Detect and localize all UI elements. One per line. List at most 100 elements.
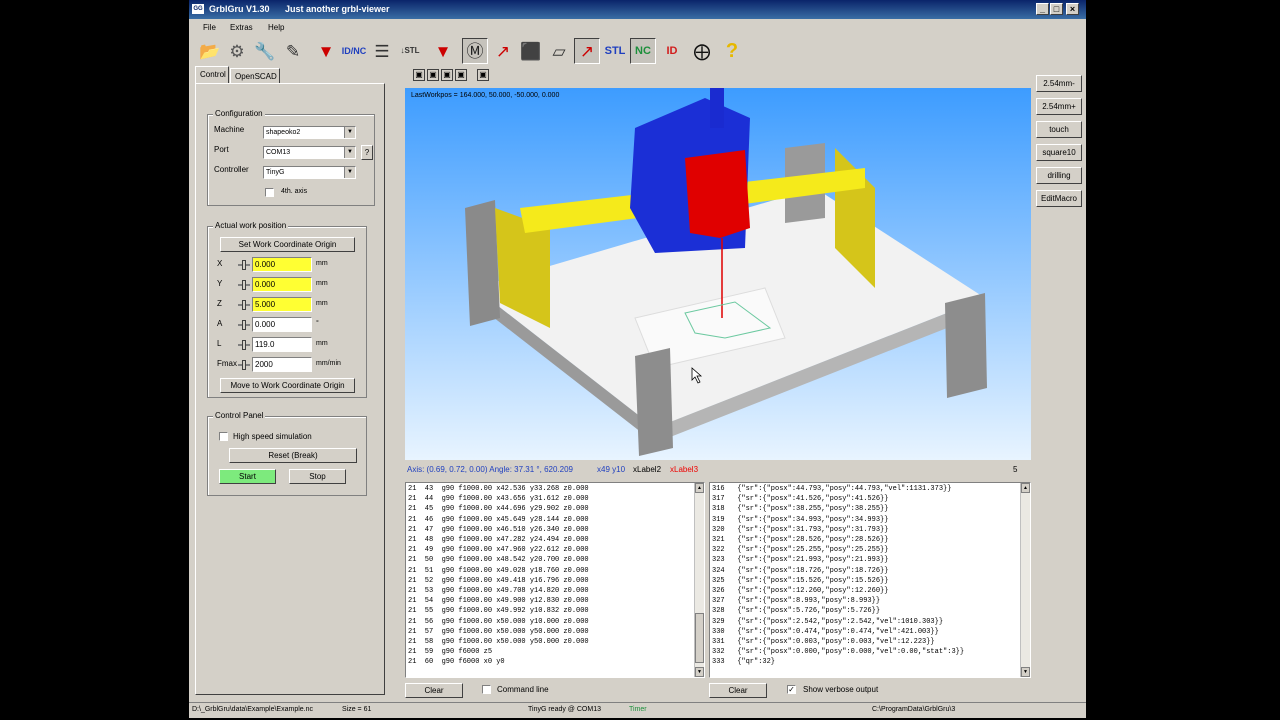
view-icon[interactable]: ↗ (574, 38, 600, 64)
menu-file[interactable]: File (203, 23, 216, 32)
scroll-down-icon[interactable]: ▼ (1021, 667, 1030, 677)
command-line-label: Command line (497, 685, 549, 694)
stop-button[interactable]: Stop (289, 469, 346, 484)
control-panel-title: Control Panel (213, 411, 266, 420)
response-line: 319 {"sr":{"posx":34.993,"posy":34.993}} (712, 515, 889, 524)
tab-control[interactable]: Control (195, 66, 229, 84)
window-subtitle: Just another grbl-viewer (285, 4, 390, 14)
gear-icon[interactable]: ⚙ (224, 38, 250, 64)
view-fit-icon[interactable]: ▣ (477, 69, 489, 81)
gcode-line: 21 52 g90 f1000.00 x49.418 y16.796 z0.00… (408, 576, 589, 585)
start-button[interactable]: Start (219, 469, 276, 484)
machine-icon[interactable]: Ⓜ (462, 38, 488, 64)
axis-label: A (217, 319, 223, 328)
axis-label: Z (217, 299, 222, 308)
axis-value-field[interactable]: 2000 (252, 357, 312, 372)
machine-select[interactable]: shapeoko2 ▼ (263, 126, 356, 139)
macro-button[interactable]: drilling (1036, 167, 1082, 184)
macro-button[interactable]: 2.54mm+ (1036, 98, 1082, 115)
help-icon[interactable]: ? (719, 38, 745, 64)
data-path-text: C:\ProgramData\GrblGru\3 (872, 706, 956, 713)
verbose-checkbox[interactable]: ✓ (787, 685, 796, 694)
scroll-thumb[interactable] (695, 613, 704, 663)
scroll-up-icon[interactable]: ▲ (1021, 483, 1030, 493)
wrench-icon[interactable]: 🔧 (252, 38, 278, 64)
close-button[interactable]: × (1066, 3, 1079, 15)
view-side-icon[interactable]: ▣ (441, 69, 453, 81)
id-button[interactable]: ID (659, 38, 685, 64)
axis-value-field[interactable]: 0.000 (252, 257, 312, 272)
response-line: 323 {"sr":{"posx":21.993,"posy":21.993}} (712, 556, 889, 565)
scroll-down-icon[interactable]: ▼ (695, 667, 704, 677)
response-line: 331 {"sr":{"posx":0.003,"posy":0.003,"ve… (712, 638, 935, 647)
layers-icon[interactable]: ☰ (369, 38, 395, 64)
reset-break-button[interactable]: Reset (Break) (229, 448, 357, 463)
axis-jog-slider[interactable] (238, 320, 250, 330)
gcode-line: 21 43 g90 f1000.00 x42.536 y33.268 z0.00… (408, 485, 589, 493)
crosshair-icon[interactable]: ⨁ (689, 38, 715, 64)
axis-jog-slider[interactable] (238, 300, 250, 310)
port-label: Port (214, 145, 229, 154)
port-help-button[interactable]: ? (361, 145, 373, 160)
view-iso-icon[interactable]: ▣ (455, 69, 467, 81)
view-front-icon[interactable]: ▣ (413, 69, 425, 81)
machine-label: Machine (214, 125, 245, 134)
macro-button[interactable]: square10 (1036, 144, 1082, 161)
axis-jog-slider[interactable] (238, 340, 250, 350)
clear-response-button[interactable]: Clear (709, 683, 767, 698)
machine-3d-view (465, 88, 987, 456)
scroll-up-icon[interactable]: ▲ (695, 483, 704, 493)
title-bar: GG GrblGru V1.30 Just another grbl-viewe… (189, 0, 1086, 19)
highspeed-checkbox[interactable] (219, 432, 228, 441)
minimize-button[interactable]: _ (1036, 3, 1049, 15)
axis-value-field[interactable]: 5.000 (252, 297, 312, 312)
tab-openscad[interactable]: OpenSCAD (230, 68, 280, 84)
toolbar: 📂 ⚙ 🔧 ✎ ▼ ID/NC ☰ ↓STL ▼ Ⓜ ↗ ⬛ ▱ ↗ STL N… (189, 36, 1086, 68)
menu-extras[interactable]: Extras (230, 23, 253, 32)
axis-jog-slider[interactable] (238, 360, 250, 370)
tool-icon[interactable]: ▼ (430, 38, 456, 64)
edit-icon[interactable]: ✎ (280, 38, 306, 64)
axis-value-field[interactable]: 119.0 (252, 337, 312, 352)
plane-icon[interactable]: ▱ (546, 38, 572, 64)
gcode-scrollbar[interactable]: ▲ ▼ (694, 483, 704, 677)
id-nc-icon[interactable]: ID/NC (341, 38, 367, 64)
folder-open-icon[interactable]: 📂 (197, 38, 223, 64)
macro-button[interactable]: 2.54mm- (1036, 75, 1082, 92)
axis-jog-slider[interactable] (238, 260, 250, 270)
axis-jog-slider[interactable] (238, 280, 250, 290)
axis4-checkbox[interactable] (265, 188, 274, 197)
controller-label: Controller (214, 165, 249, 174)
macro-button[interactable]: EditMacro (1036, 190, 1082, 207)
response-scrollbar[interactable]: ▲ ▼ (1020, 483, 1030, 677)
controller-select[interactable]: TinyG ▼ (263, 166, 356, 179)
view-top-icon[interactable]: ▣ (427, 69, 439, 81)
viewport-toolbar: ▣ ▣ ▣ ▣ ▣ (405, 67, 1031, 87)
axis-icon[interactable]: ↗ (490, 38, 516, 64)
macro-button[interactable]: touch (1036, 121, 1082, 138)
axis-value-field[interactable]: 0.000 (252, 317, 312, 332)
move-to-origin-button[interactable]: Move to Work Coordinate Origin (220, 378, 355, 393)
stl-arrow-icon[interactable]: ↓STL (397, 38, 423, 64)
response-line: 322 {"sr":{"posx":25.255,"posy":25.255}} (712, 546, 889, 555)
count-text: 5 (1013, 465, 1018, 474)
axis-value-field[interactable]: 0.000 (252, 277, 312, 292)
command-line-checkbox[interactable] (482, 685, 491, 694)
clear-gcode-button[interactable]: Clear (405, 683, 463, 698)
axis-unit: mm/min (316, 360, 341, 367)
probe-icon[interactable]: ▼ (313, 38, 339, 64)
nc-button[interactable]: NC (630, 38, 656, 64)
maximize-button[interactable]: □ (1050, 3, 1063, 15)
menu-help[interactable]: Help (268, 23, 284, 32)
port-select[interactable]: COM13 ▼ (263, 146, 356, 159)
cube-icon[interactable]: ⬛ (518, 38, 544, 64)
gcode-memo[interactable]: 21 43 g90 f1000.00 x42.536 y33.268 z0.00… (405, 482, 705, 678)
stl-button[interactable]: STL (602, 38, 628, 64)
set-work-origin-button[interactable]: Set Work Coordinate Origin (220, 237, 355, 252)
response-line: 318 {"sr":{"posx":38.255,"posy":38.255}} (712, 505, 889, 514)
viewport-status-line: Axis: (0.69, 0.72, 0.00) Angle: 37.31 °,… (405, 463, 1031, 477)
label3-text: xLabel3 (670, 465, 699, 474)
response-memo[interactable]: 316 {"sr":{"posx":44.793,"posy":44.793,"… (709, 482, 1031, 678)
gcode-line: 21 48 g90 f1000.00 x47.282 y24.494 z0.00… (408, 536, 589, 545)
3d-viewport[interactable]: LastWorkpos = 164.000, 50.000, -50.000, … (405, 88, 1031, 460)
